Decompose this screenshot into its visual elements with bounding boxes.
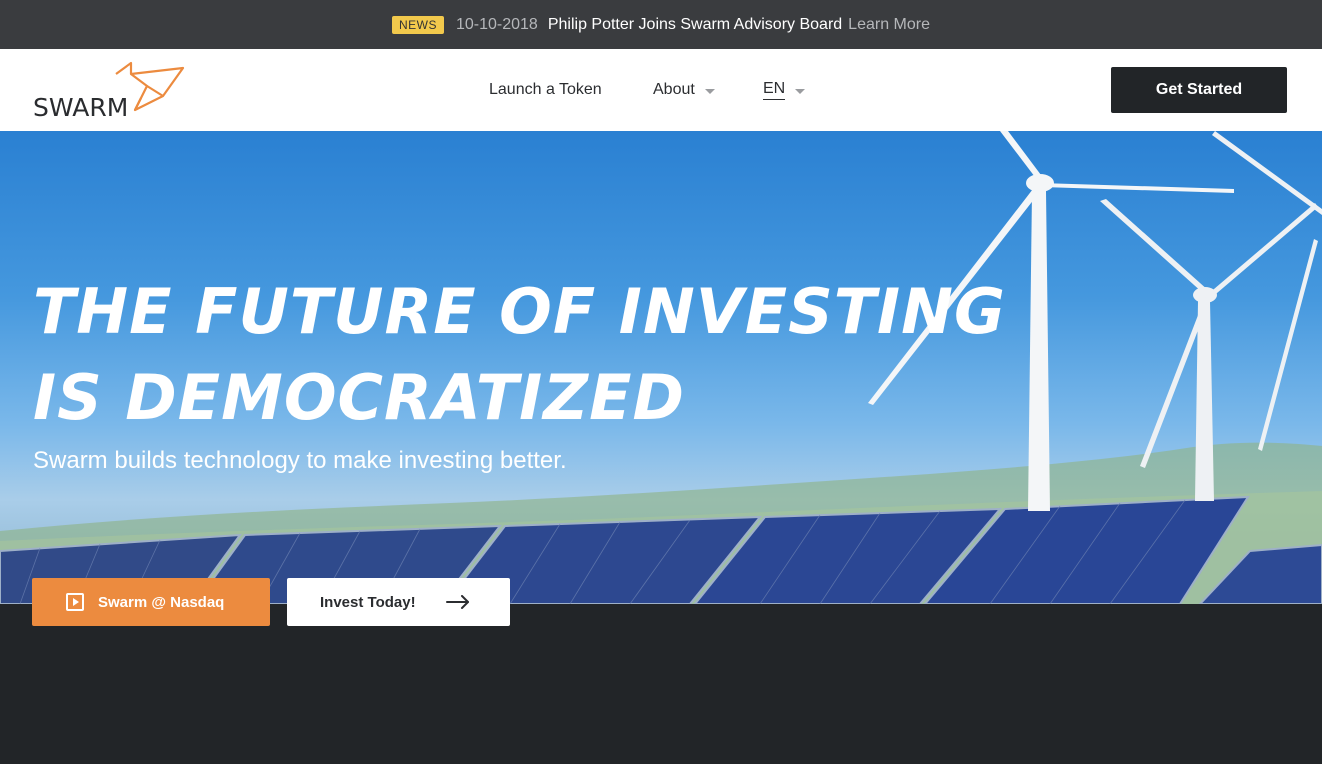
invest-today-label: Invest Today!: [320, 593, 416, 611]
nav-about-label: About: [653, 81, 695, 98]
hero-headline-line2: IS DEMOCRATIZED: [33, 361, 685, 434]
news-date: 10-10-2018: [455, 15, 538, 33]
language-selector-item[interactable]: EN: [763, 80, 806, 100]
site-header: SWARM Launch a Token About EN Get Starte…: [0, 49, 1322, 131]
invest-today-button[interactable]: Invest Today!: [287, 578, 510, 626]
hero-subheading: Swarm builds technology to make investin…: [33, 447, 567, 474]
news-title[interactable]: Philip Potter Joins Swarm Advisory Board: [548, 16, 842, 34]
nav-launch-token-label[interactable]: Launch a Token: [489, 81, 602, 99]
nav-about-item[interactable]: About: [653, 81, 715, 99]
dark-section: [0, 604, 1322, 764]
hero-section: THE FUTURE OF INVESTING IS DEMOCRATIZED …: [0, 131, 1322, 604]
chevron-down-icon: [704, 88, 715, 94]
swarm-nasdaq-button[interactable]: Swarm @ Nasdaq: [32, 578, 270, 626]
swarm-nasdaq-label: Swarm @ Nasdaq: [98, 593, 225, 611]
language-selector[interactable]: EN: [763, 49, 806, 131]
chevron-down-icon: [795, 88, 806, 94]
news-badge: NEWS: [391, 15, 444, 34]
arrow-right-icon: [445, 595, 469, 609]
play-icon: [66, 593, 84, 611]
bird-logo-icon: [115, 61, 185, 112]
news-bar: NEWS 10-10-2018 Philip Potter Joins Swar…: [0, 0, 1322, 49]
get-started-button[interactable]: Get Started: [1111, 67, 1287, 113]
nav-about[interactable]: About: [653, 49, 715, 131]
nav-launch-token[interactable]: Launch a Token: [489, 49, 602, 131]
swarm-logo[interactable]: SWARM: [33, 60, 185, 122]
learn-more-link[interactable]: Learn More: [848, 16, 930, 34]
language-label: EN: [763, 80, 786, 100]
hero-headline: THE FUTURE OF INVESTING IS DEMOCRATIZED: [33, 269, 1006, 441]
hero-headline-line1: THE FUTURE OF INVESTING: [33, 275, 1006, 348]
